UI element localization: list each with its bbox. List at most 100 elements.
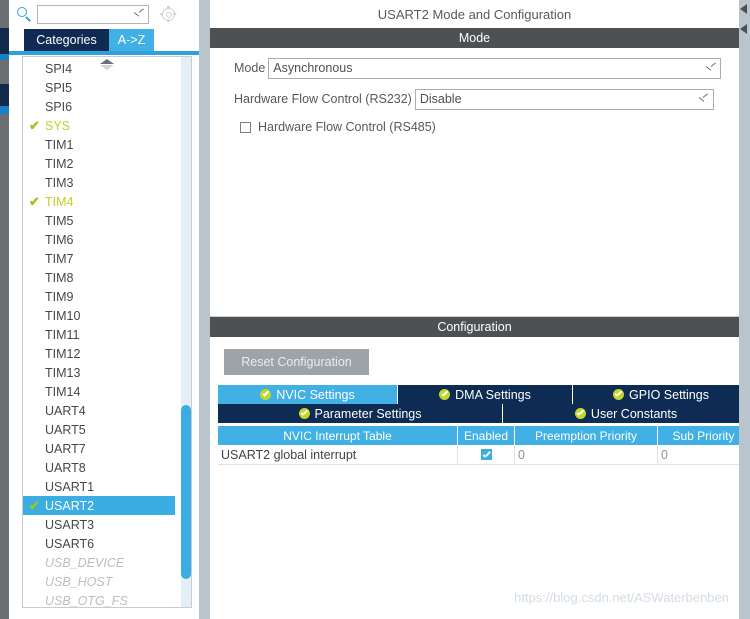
search-row <box>9 0 199 29</box>
rs485-checkbox[interactable] <box>240 121 251 133</box>
check-circle-icon <box>298 408 310 419</box>
sidebar-item-label: USB_HOST <box>45 574 113 589</box>
watermark: https://blog.csdn.net/ASWaterbenben <box>514 590 729 605</box>
sidebar-item-label: TIM3 <box>45 175 74 190</box>
sidebar-item-usart1[interactable]: USART1 <box>23 477 175 496</box>
app-window: Categories A->Z SPI4 SPI5 SPI6 ✔ SYS TIM1 TIM2… <box>0 0 750 619</box>
sidebar-item-label: TIM5 <box>45 213 74 228</box>
sidebar-item-uart5[interactable]: UART5 <box>23 420 175 439</box>
peripheral-list-container: SPI4 SPI5 SPI6 ✔ SYS TIM1 TIM2 TIM3 ✔ TIM4 TIM5 TIM… <box>22 56 192 608</box>
enabled-checkbox[interactable] <box>480 449 492 460</box>
sidebar-item-tim6[interactable]: TIM6 <box>23 230 175 249</box>
sidebar-item-tim5[interactable]: TIM5 <box>23 211 175 230</box>
tabs-underline <box>9 51 199 55</box>
left-edge-strip <box>0 0 9 619</box>
sidebar-item-label: SPI5 <box>45 80 73 95</box>
mode-field-label: Mode <box>234 61 266 75</box>
check-circle-icon <box>613 389 625 400</box>
flow-control-field-row: Hardware Flow Control (RS232) Disable <box>210 88 739 110</box>
sidebar-item-tim14[interactable]: TIM14 <box>23 382 175 401</box>
config-tab-label: User Constants <box>590 406 678 421</box>
tab-a-to-z[interactable]: A->Z <box>109 29 154 51</box>
mode-section-header: Mode <box>210 28 739 48</box>
sidebar-item-tim2[interactable]: TIM2 <box>23 154 175 173</box>
sidebar-item-uart8[interactable]: UART8 <box>23 458 175 477</box>
sidebar-item-label: UART7 <box>45 441 86 456</box>
sidebar-item-tim4[interactable]: ✔ TIM4 <box>23 192 175 211</box>
table-row[interactable]: USART2 global interrupt 0 0 <box>218 445 749 465</box>
reset-configuration-button[interactable]: Reset Configuration <box>224 349 369 375</box>
table-column-header[interactable]: Preemption Priority <box>515 426 658 445</box>
sidebar-item-usb_device[interactable]: USB_DEVICE <box>23 553 175 572</box>
sidebar-item-label: TIM2 <box>45 156 74 171</box>
sidebar-item-label: TIM9 <box>45 289 74 304</box>
sidebar-scrollbar-track[interactable] <box>181 57 191 607</box>
sidebar-item-tim8[interactable]: TIM8 <box>23 268 175 287</box>
sidebar-item-label: UART8 <box>45 460 86 475</box>
config-tab-label: NVIC Settings <box>276 387 355 402</box>
check-icon: ✔ <box>29 194 40 209</box>
tab-categories[interactable]: Categories <box>24 29 109 51</box>
sidebar-item-tim10[interactable]: TIM10 <box>23 306 175 325</box>
sidebar-item-usart3[interactable]: USART3 <box>23 515 175 534</box>
table-column-header[interactable]: Sub Priority <box>658 426 749 445</box>
config-tab-label: Parameter Settings <box>314 406 422 421</box>
sidebar-item-tim3[interactable]: TIM3 <box>23 173 175 192</box>
enabled-cell[interactable] <box>458 445 515 464</box>
sidebar-item-tim7[interactable]: TIM7 <box>23 249 175 268</box>
sidebar-item-uart4[interactable]: UART4 <box>23 401 175 420</box>
table-column-header[interactable]: Enabled <box>458 426 515 445</box>
chevron-down-icon <box>706 64 715 73</box>
check-circle-icon <box>439 389 451 400</box>
sidebar-item-label: USART2 <box>45 498 95 513</box>
mode-section-body: Mode Asynchronous Hardware Flow Control … <box>210 48 739 317</box>
scroll-left-arrow-icon[interactable] <box>740 4 747 14</box>
sidebar-scrollbar-thumb[interactable] <box>181 405 191 579</box>
flow-control-select-value: Disable <box>419 92 462 106</box>
sidebar-item-usb_otg_fs[interactable]: USB_OTG_FS <box>23 591 175 608</box>
preemption-priority-cell[interactable]: 0 <box>515 445 658 464</box>
sidebar-item-label: TIM14 <box>45 384 81 399</box>
sub-priority-cell[interactable]: 0 <box>658 445 749 464</box>
sidebar-item-usart2[interactable]: ✔ USART2 <box>23 496 175 515</box>
sidebar-item-spi6[interactable]: SPI6 <box>23 97 175 116</box>
config-tab-parameter-settings[interactable]: Parameter Settings <box>218 404 503 423</box>
table-column-header[interactable]: NVIC Interrupt Table <box>218 426 458 445</box>
scroll-left-arrow-icon-2[interactable] <box>740 24 747 34</box>
sidebar-item-spi4[interactable]: SPI4 <box>23 59 175 78</box>
search-input[interactable] <box>37 5 149 24</box>
mode-select[interactable]: Asynchronous <box>268 57 722 79</box>
nvic-interrupt-table: NVIC Interrupt Table Enabled Preemption Pr… <box>218 426 749 465</box>
rs485-checkbox-row[interactable]: Hardware Flow Control (RS485) <box>210 120 739 134</box>
sidebar-tabs: Categories A->Z <box>9 29 199 51</box>
config-tab-user-constants[interactable]: User Constants <box>503 404 749 423</box>
edge-seg-4 <box>0 84 9 106</box>
sidebar-item-tim12[interactable]: TIM12 <box>23 344 175 363</box>
config-panel: USART2 Mode and Configuration Mode Mode … <box>210 0 749 619</box>
sidebar-item-tim11[interactable]: TIM11 <box>23 325 175 344</box>
gear-icon[interactable] <box>160 6 177 23</box>
panel-splitter[interactable] <box>199 0 210 619</box>
sidebar-item-label: TIM6 <box>45 232 74 247</box>
sidebar-item-uart7[interactable]: UART7 <box>23 439 175 458</box>
sidebar-item-tim1[interactable]: TIM1 <box>23 135 175 154</box>
flow-control-field-label: Hardware Flow Control (RS232) <box>234 92 412 106</box>
sidebar-item-tim13[interactable]: TIM13 <box>23 363 175 382</box>
config-tab-dma-settings[interactable]: DMA Settings <box>398 385 573 404</box>
table-header-row: NVIC Interrupt Table Enabled Preemption Pr… <box>218 426 749 445</box>
chevron-down-icon <box>699 95 708 104</box>
config-tabs-row-2: Parameter Settings User Constants <box>218 404 749 423</box>
sidebar-item-usart6[interactable]: USART6 <box>23 534 175 553</box>
config-tab-label: DMA Settings <box>455 387 531 402</box>
config-tab-nvic-settings[interactable]: NVIC Settings <box>218 385 398 404</box>
right-scrollbar[interactable] <box>739 0 750 619</box>
flow-control-select[interactable]: Disable <box>414 88 714 110</box>
sidebar-item-usb_host[interactable]: USB_HOST <box>23 572 175 591</box>
edge-seg-5 <box>0 106 9 114</box>
config-tab-gpio-settings[interactable]: GPIO Settings <box>573 385 749 404</box>
sidebar-item-spi5[interactable]: SPI5 <box>23 78 175 97</box>
sidebar-item-sys[interactable]: ✔ SYS <box>23 116 175 135</box>
sidebar-item-label: SYS <box>45 118 71 133</box>
check-circle-icon <box>574 408 586 419</box>
sidebar-item-tim9[interactable]: TIM9 <box>23 287 175 306</box>
